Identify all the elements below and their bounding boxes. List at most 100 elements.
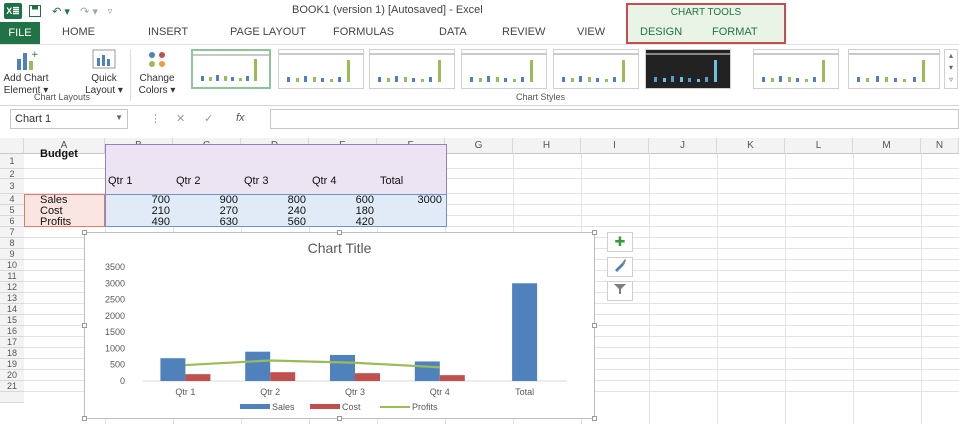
row-header-12[interactable]: 12 xyxy=(0,282,24,293)
x-tick-label: Qtr 1 xyxy=(175,387,195,397)
chart-style-3[interactable] xyxy=(369,49,455,89)
row-header-5[interactable]: 5 xyxy=(0,205,24,216)
legend-label-cost: Cost xyxy=(342,402,361,412)
cancel-icon[interactable]: ✕ xyxy=(176,112,185,125)
header-qtr4[interactable]: Qtr 4 xyxy=(312,175,336,187)
color-palette-icon xyxy=(144,49,170,71)
chart-area[interactable]: Chart Title 0 500 1000 1500 2000 2500 3000 3500… xyxy=(82,230,597,421)
tab-file[interactable]: FILE xyxy=(0,22,40,44)
redo-icon[interactable]: ↷ ▾ xyxy=(78,3,100,19)
row-header-7[interactable]: 7 xyxy=(0,227,24,238)
row-header-21[interactable]: 21 xyxy=(0,381,24,392)
thumb-bar xyxy=(696,79,700,82)
row-header-22[interactable] xyxy=(0,392,24,403)
row-header-3[interactable]: 3 xyxy=(0,179,24,194)
undo-icon[interactable]: ↶ ▾ xyxy=(50,3,72,19)
chart-filters-button[interactable] xyxy=(607,281,633,301)
row-header-10[interactable]: 10 xyxy=(0,260,24,271)
thumb-bar xyxy=(884,77,888,82)
chart-style-1[interactable] xyxy=(191,49,271,89)
ribbon-separator xyxy=(130,49,131,101)
row-header-15[interactable]: 15 xyxy=(0,315,24,326)
chart-style-2[interactable] xyxy=(278,49,364,89)
chart-style-5[interactable] xyxy=(553,49,639,89)
row-header-16[interactable]: 16 xyxy=(0,326,24,337)
column-header-m[interactable]: M xyxy=(853,138,921,154)
row-header-13[interactable]: 13 xyxy=(0,293,24,304)
add-chart-element-button[interactable]: + Add Chart Element ▾ xyxy=(0,49,52,97)
name-box[interactable]: Chart 1 ▼ xyxy=(10,109,128,129)
chevron-down-icon[interactable]: ▼ xyxy=(115,113,123,122)
add-chart-element-icon: + xyxy=(13,49,39,71)
header-total[interactable]: Total xyxy=(380,175,403,187)
chart-style-8[interactable] xyxy=(848,49,940,89)
save-icon[interactable] xyxy=(28,3,42,19)
select-all-corner[interactable] xyxy=(0,138,24,154)
tab-formulas[interactable]: FORMULAS xyxy=(333,26,394,38)
thumb-bar xyxy=(231,77,234,81)
ribbon-tabs: FILE HOME INSERT PAGE LAYOUT FORMULAS DA… xyxy=(0,22,959,44)
header-qtr2[interactable]: Qtr 2 xyxy=(176,175,200,187)
row-header-11[interactable]: 11 xyxy=(0,271,24,282)
chart-styles-button[interactable] xyxy=(607,257,633,277)
thumb-bar xyxy=(378,77,381,82)
column-header-n[interactable]: N xyxy=(921,138,959,154)
quick-layout-button[interactable]: Quick Layout ▾ xyxy=(82,49,126,97)
profits-qtr4[interactable]: 420 xyxy=(309,216,374,228)
chart-elements-button[interactable]: ✚ xyxy=(607,232,633,252)
header-qtr1[interactable]: Qtr 1 xyxy=(108,175,132,187)
add-chart-element-label-1: Add Chart xyxy=(3,73,49,84)
sales-total[interactable]: 3000 xyxy=(377,194,442,206)
column-header-h[interactable]: H xyxy=(513,138,581,154)
tab-home[interactable]: HOME xyxy=(62,26,95,38)
tab-design[interactable]: DESIGN xyxy=(640,26,682,38)
cell-a1[interactable]: Budget xyxy=(40,148,78,160)
row-header-19[interactable]: 19 xyxy=(0,359,24,370)
tab-insert[interactable]: INSERT xyxy=(148,26,188,38)
insert-function-icon[interactable]: fx xyxy=(236,112,245,124)
tab-page-layout[interactable]: PAGE LAYOUT xyxy=(230,26,306,38)
row-header-9[interactable]: 9 xyxy=(0,249,24,260)
row-header-18[interactable]: 18 xyxy=(0,348,24,359)
change-colors-button[interactable]: Change Colors ▾ xyxy=(134,49,180,97)
tab-review[interactable]: REVIEW xyxy=(502,26,545,38)
chart-layouts-group-label: Chart Layouts xyxy=(34,92,91,102)
column-header-j[interactable]: J xyxy=(649,138,717,154)
name-box-value: Chart 1 xyxy=(15,113,52,125)
chart-style-7[interactable] xyxy=(753,49,839,89)
row-header-20[interactable]: 20 xyxy=(0,370,24,381)
tab-format[interactable]: FORMAT xyxy=(712,26,758,38)
thumb-bar xyxy=(705,77,708,82)
thumb-bar xyxy=(912,77,916,82)
row-header-1[interactable]: 1 xyxy=(0,154,24,169)
profits-qtr1[interactable]: 490 xyxy=(105,216,170,228)
customize-quick-access-icon[interactable]: ▿ xyxy=(104,3,116,19)
formula-input[interactable] xyxy=(270,109,959,129)
thumb-bar xyxy=(208,77,212,81)
tab-data[interactable]: DATA xyxy=(439,26,467,38)
column-header-k[interactable]: K xyxy=(717,138,785,154)
column-header-l[interactable]: L xyxy=(785,138,853,154)
x-tick-label: Qtr 3 xyxy=(345,387,365,397)
row-header-8[interactable]: 8 xyxy=(0,238,24,249)
thumb-bar xyxy=(662,78,666,82)
row-header-6[interactable]: 6 xyxy=(0,216,24,227)
profits-qtr3[interactable]: 560 xyxy=(241,216,306,228)
gallery-scroll-control[interactable]: ▴ ▾ ▿ xyxy=(944,49,958,89)
row-header-14[interactable]: 14 xyxy=(0,304,24,315)
profits-qtr2[interactable]: 630 xyxy=(173,216,238,228)
row-label-profits[interactable]: Profits xyxy=(40,216,71,228)
thumb-bar xyxy=(621,60,625,82)
column-header-i[interactable]: I xyxy=(581,138,649,154)
tab-view[interactable]: VIEW xyxy=(577,26,605,38)
chart-style-4[interactable] xyxy=(461,49,547,89)
window-title: BOOK1 (version 1) [Autosaved] - Excel xyxy=(292,4,483,16)
enter-icon[interactable]: ✓ xyxy=(204,112,213,125)
row-header-2[interactable]: 2 xyxy=(0,169,24,179)
column-header-g[interactable]: G xyxy=(445,138,513,154)
row-header-4[interactable]: 4 xyxy=(0,194,24,205)
chart-style-6[interactable] xyxy=(645,49,731,89)
header-qtr3[interactable]: Qtr 3 xyxy=(244,175,268,187)
x-tick-label: Total xyxy=(515,387,534,397)
row-header-17[interactable]: 17 xyxy=(0,337,24,348)
